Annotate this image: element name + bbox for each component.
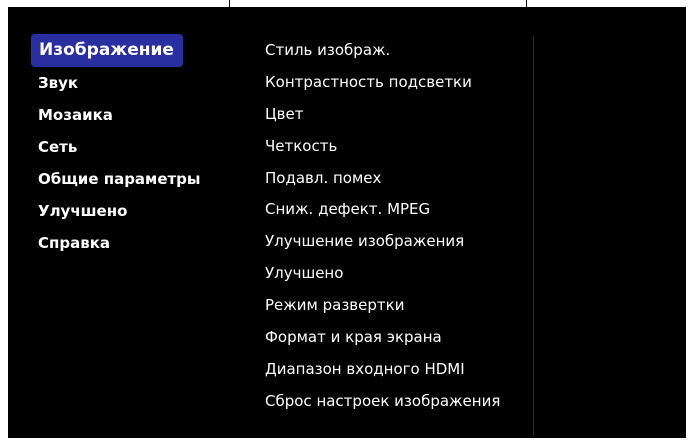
main-menu-item-general-settings[interactable]: Общие параметры <box>31 163 208 195</box>
submenu-item-scan-mode[interactable]: Режим развертки <box>265 290 500 322</box>
submenu-item-picture-enhancement[interactable]: Улучшение изображения <box>265 226 500 258</box>
submenu-item-noise-reduction[interactable]: Подавл. помех <box>265 163 500 195</box>
main-menu-item-network[interactable]: Сеть <box>31 131 208 163</box>
main-menu-item-tiling[interactable]: Мозаика <box>31 99 208 131</box>
submenu-item-picture-style[interactable]: Стиль изображ. <box>265 35 500 67</box>
picture-submenu: Стиль изображ. Контрастность подсветки Ц… <box>265 35 500 418</box>
main-menu-item-sound[interactable]: Звук <box>31 67 208 99</box>
submenu-item-backlight-contrast[interactable]: Контрастность подсветки <box>265 67 500 99</box>
main-menu-item-picture[interactable]: Изображение <box>31 34 183 67</box>
main-menu-item-advanced[interactable]: Улучшено <box>31 195 208 227</box>
top-marker-left <box>229 0 230 7</box>
main-menu-item-help[interactable]: Справка <box>31 227 208 259</box>
submenu-item-hdmi-input-range[interactable]: Диапазон входного HDMI <box>265 354 500 386</box>
submenu-item-color[interactable]: Цвет <box>265 99 500 131</box>
submenu-item-picture-reset[interactable]: Сброс настроек изображения <box>265 386 500 418</box>
top-marker-right <box>526 0 527 7</box>
osd-menu-screen: Изображение Звук Мозаика Сеть Общие пара… <box>8 7 686 438</box>
submenu-item-picture-format[interactable]: Формат и края экрана <box>265 322 500 354</box>
main-menu: Изображение Звук Мозаика Сеть Общие пара… <box>31 34 208 259</box>
submenu-item-mpeg-artifact-reduction[interactable]: Сниж. дефект. MPEG <box>265 194 500 226</box>
submenu-item-advanced[interactable]: Улучшено <box>265 258 500 290</box>
submenu-item-sharpness[interactable]: Четкость <box>265 131 500 163</box>
column-divider <box>533 36 534 435</box>
